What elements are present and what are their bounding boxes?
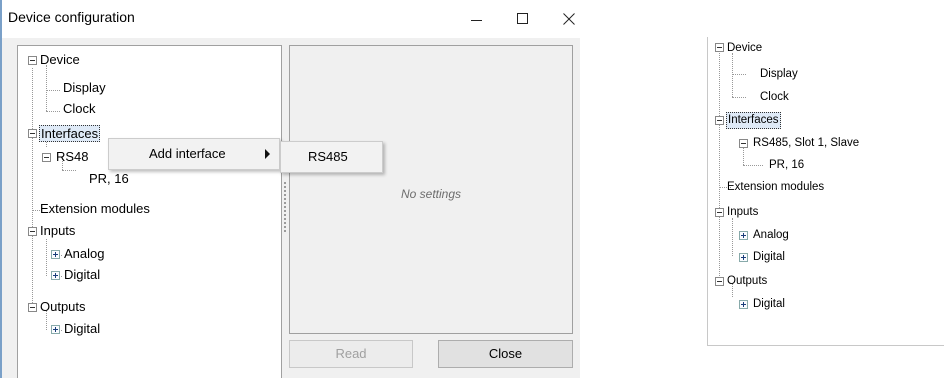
- minimize-button[interactable]: [454, 0, 500, 38]
- tree-item-pr16[interactable]: PR, 16: [769, 156, 804, 176]
- tree-item-digital-inputs[interactable]: Digital: [64, 266, 100, 286]
- read-button[interactable]: Read: [289, 340, 413, 368]
- tree-item-clock[interactable]: Clock: [63, 100, 96, 120]
- window-title: Device configuration: [8, 9, 135, 25]
- tree-item-inputs[interactable]: Inputs: [727, 203, 758, 223]
- minimize-icon: [471, 20, 482, 21]
- tree-item-digital-inputs[interactable]: Digital: [753, 248, 785, 268]
- add-interface-submenu: RS485: [280, 141, 383, 173]
- collapse-interfaces-icon[interactable]: [715, 116, 724, 125]
- maximize-icon: [517, 13, 528, 24]
- tree-item-digital-outputs[interactable]: Digital: [64, 320, 100, 340]
- tree-item-device[interactable]: Device: [727, 39, 762, 59]
- collapse-inputs-icon[interactable]: [28, 227, 37, 236]
- tree-item-clock[interactable]: Clock: [760, 88, 789, 108]
- collapse-interfaces-icon[interactable]: [28, 129, 37, 138]
- no-settings-text: No settings: [401, 187, 462, 201]
- tree-item-outputs[interactable]: Outputs: [40, 298, 86, 318]
- panel-splitter[interactable]: [284, 182, 286, 232]
- maximize-button[interactable]: [500, 0, 546, 38]
- collapse-rs485-icon[interactable]: [42, 153, 51, 162]
- context-menu: Add interface: [108, 138, 280, 170]
- expand-digital-inputs-icon[interactable]: [739, 253, 748, 262]
- device-tree[interactable]: Device Display Clock Interfaces RS48 PR,…: [17, 45, 282, 378]
- tree-item-display[interactable]: Display: [760, 65, 798, 85]
- tree-item-extension-modules[interactable]: Extension modules: [40, 200, 150, 220]
- collapse-inputs-icon[interactable]: [715, 208, 724, 217]
- expand-digital-inputs-icon[interactable]: [51, 271, 60, 280]
- collapse-outputs-icon[interactable]: [28, 303, 37, 312]
- expand-digital-outputs-icon[interactable]: [51, 325, 60, 334]
- collapse-outputs-icon[interactable]: [715, 277, 724, 286]
- tree-item-rs485-slot1-slave[interactable]: RS485, Slot 1, Slave: [753, 134, 859, 154]
- tree-item-rs485[interactable]: RS48: [56, 148, 89, 168]
- expand-digital-outputs-icon[interactable]: [739, 300, 748, 309]
- close-window-button[interactable]: [546, 0, 592, 38]
- tree-item-analog[interactable]: Analog: [753, 226, 789, 246]
- expand-analog-icon[interactable]: [739, 231, 748, 240]
- tree-item-device[interactable]: Device: [40, 51, 80, 71]
- tree-item-interfaces[interactable]: Interfaces: [39, 125, 101, 142]
- expand-analog-icon[interactable]: [51, 250, 60, 259]
- tree-item-pr16[interactable]: PR, 16: [89, 170, 129, 190]
- tree-item-interfaces[interactable]: Interfaces: [726, 112, 781, 129]
- close-button[interactable]: Close: [438, 340, 573, 368]
- menu-item-rs485[interactable]: RS485: [308, 149, 348, 164]
- device-configuration-window: Device configuration Device Display Cloc…: [0, 0, 580, 378]
- collapse-rs485-icon[interactable]: [739, 139, 748, 148]
- close-icon: [563, 13, 575, 25]
- collapse-device-icon[interactable]: [715, 43, 724, 52]
- tree-item-display[interactable]: Display: [63, 79, 106, 99]
- device-tree-result[interactable]: Device Display Clock Interfaces RS485, S…: [707, 37, 944, 346]
- title-bar[interactable]: Device configuration: [2, 0, 580, 38]
- submenu-arrow-icon: [265, 149, 270, 159]
- menu-item-add-interface[interactable]: Add interface: [149, 146, 226, 161]
- tree-item-inputs[interactable]: Inputs: [40, 222, 75, 242]
- tree-item-outputs[interactable]: Outputs: [727, 272, 767, 292]
- tree-item-extension-modules[interactable]: Extension modules: [727, 178, 824, 198]
- tree-item-analog[interactable]: Analog: [64, 245, 104, 265]
- settings-panel: No settings: [289, 45, 573, 334]
- tree-item-digital-outputs[interactable]: Digital: [753, 295, 785, 315]
- collapse-device-icon[interactable]: [28, 56, 37, 65]
